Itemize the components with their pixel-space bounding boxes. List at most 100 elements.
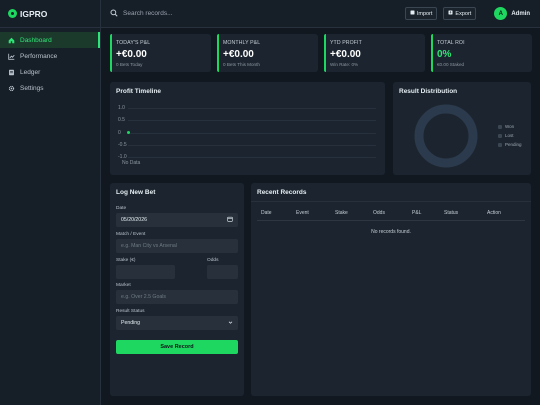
column-header[interactable]: Date — [261, 210, 272, 216]
panel-title: Profit Timeline — [116, 88, 162, 95]
search-icon — [110, 8, 118, 19]
market-field[interactable]: e.g. Over 2.5 Goals — [116, 290, 238, 304]
date-label: Date — [116, 206, 127, 211]
status-select[interactable]: Pending — [116, 316, 238, 330]
stake-label: Stake (€) — [116, 258, 136, 263]
brand-logo-icon — [8, 9, 17, 18]
sidebar-item-label: Ledger — [20, 68, 41, 76]
stake-field[interactable] — [116, 265, 175, 279]
stat-card-roi: TOTAL ROI 0% €0.00 Staked — [431, 34, 532, 72]
sidebar-item-label: Performance — [20, 52, 58, 60]
status-label: Result Status — [116, 309, 145, 314]
match-label: Match / Event — [116, 232, 146, 237]
trend-icon — [8, 53, 15, 60]
panel-title: Result Distribution — [399, 88, 458, 95]
recent-records-panel: Recent Records Date Event Stake Odds P&L… — [251, 183, 531, 396]
date-value: 05/20/2026 — [121, 217, 147, 223]
stat-card-today: TODAY'S P&L +€0.00 0 Bets Today — [110, 34, 211, 72]
calendar-icon[interactable] — [227, 216, 233, 224]
legend-item-lost[interactable]: Lost — [498, 133, 514, 138]
sidebar-item-settings[interactable]: Settings — [0, 80, 100, 96]
export-label: Export — [455, 10, 472, 17]
search-bar — [110, 8, 399, 19]
x-tick-label: No Data — [122, 160, 141, 166]
legend-label: Won — [505, 124, 515, 129]
column-header[interactable]: Odds — [373, 210, 385, 216]
column-header[interactable]: P&L — [412, 210, 421, 216]
chart-gridline — [128, 108, 376, 109]
legend-label: Pending — [505, 142, 522, 147]
column-header[interactable]: Stake — [335, 210, 348, 216]
export-button[interactable]: Export — [443, 7, 477, 20]
save-record-button[interactable]: Save Record — [116, 340, 238, 354]
match-field[interactable]: e.g. Man City vs Arsenal — [116, 239, 238, 253]
y-tick-label: -0.5 — [118, 141, 127, 148]
stat-sub: 0 Bets This Month — [223, 62, 260, 67]
odds-field[interactable] — [207, 265, 238, 279]
column-header[interactable]: Action — [487, 210, 501, 216]
divider — [251, 201, 531, 202]
legend-swatch — [498, 133, 502, 138]
y-tick-label: 1.0 — [118, 105, 125, 111]
chart-gridline — [128, 144, 376, 146]
sidebar-item-label: Dashboard — [20, 36, 52, 44]
sidebar-nav: Dashboard Performance Ledger Settings — [0, 32, 100, 96]
sidebar-item-label: Settings — [20, 84, 44, 92]
stat-card-monthly: MONTHLY P&L +€0.00 0 Bets This Month — [217, 34, 318, 72]
column-header[interactable]: Status — [444, 210, 458, 216]
chart-gridline — [128, 120, 376, 122]
legend-label: Lost — [505, 133, 514, 138]
date-field[interactable]: 05/20/2026 — [116, 213, 238, 227]
brand-name: IGPRO — [20, 8, 48, 19]
sidebar-item-performance[interactable]: Performance — [0, 48, 100, 64]
status-value: Pending — [121, 320, 141, 326]
chart-gridline — [128, 157, 376, 158]
import-button[interactable]: Import — [404, 7, 438, 20]
stat-value: +€0.00 — [116, 49, 147, 60]
profit-timeline-panel: Profit Timeline 1.0 0.5 0 -0.5 -1.0 No Data — [110, 82, 385, 175]
avatar[interactable]: A — [494, 7, 508, 20]
y-tick-label: 0.5 — [118, 117, 125, 124]
import-label: Import — [416, 10, 433, 17]
distribution-donut — [414, 104, 478, 168]
y-tick-label: 0 — [118, 129, 121, 136]
stat-value: 0% — [437, 49, 452, 60]
panel-title: Recent Records — [257, 189, 307, 196]
topbar: Import Export A Admin — [101, 0, 540, 28]
empty-state: No records found. — [371, 229, 411, 235]
brand[interactable]: IGPRO — [0, 0, 100, 28]
column-header[interactable]: Event — [296, 210, 309, 216]
stat-sub: Win Rate: 0% — [330, 62, 359, 67]
odds-label: Odds — [207, 258, 219, 263]
stat-value: +€0.00 — [330, 49, 361, 60]
data-point[interactable] — [127, 131, 130, 134]
legend-item-pending[interactable]: Pending — [498, 142, 522, 147]
search-input[interactable] — [123, 10, 243, 17]
chevron-down-icon — [228, 320, 233, 327]
user-name: Admin — [511, 10, 530, 17]
legend-item-won[interactable]: Won — [498, 124, 514, 129]
stat-sub: €0.00 Staked — [437, 62, 465, 67]
stat-label: YTD PROFIT — [330, 40, 362, 46]
legend-swatch — [498, 124, 502, 129]
stat-sub: 0 Bets Today — [116, 62, 143, 67]
gear-icon — [8, 85, 15, 92]
stat-value: +€0.00 — [223, 49, 254, 60]
export-icon — [448, 10, 453, 17]
import-icon — [410, 10, 415, 17]
legend-swatch — [498, 142, 502, 147]
result-distribution-panel: Result Distribution Won Lost Pending — [393, 82, 531, 175]
stat-card-ytd: YTD PROFIT +€0.00 Win Rate: 0% — [324, 34, 425, 72]
sidebar-item-ledger[interactable]: Ledger — [0, 64, 100, 80]
log-new-bet-panel: Log New Bet Date 05/20/2026 Match / Even… — [110, 183, 244, 396]
stat-label: MONTHLY P&L — [223, 40, 261, 46]
sidebar: IGPRO Dashboard Performance Ledger Setti… — [0, 0, 101, 405]
ledger-icon — [8, 69, 15, 76]
table-header-divider — [257, 220, 525, 221]
sidebar-item-dashboard[interactable]: Dashboard — [0, 32, 100, 48]
stat-label: TOTAL ROI — [437, 40, 465, 46]
home-icon — [8, 37, 15, 44]
panel-title: Log New Bet — [116, 189, 156, 196]
chart-gridline — [128, 132, 376, 134]
stat-label: TODAY'S P&L — [116, 40, 151, 46]
